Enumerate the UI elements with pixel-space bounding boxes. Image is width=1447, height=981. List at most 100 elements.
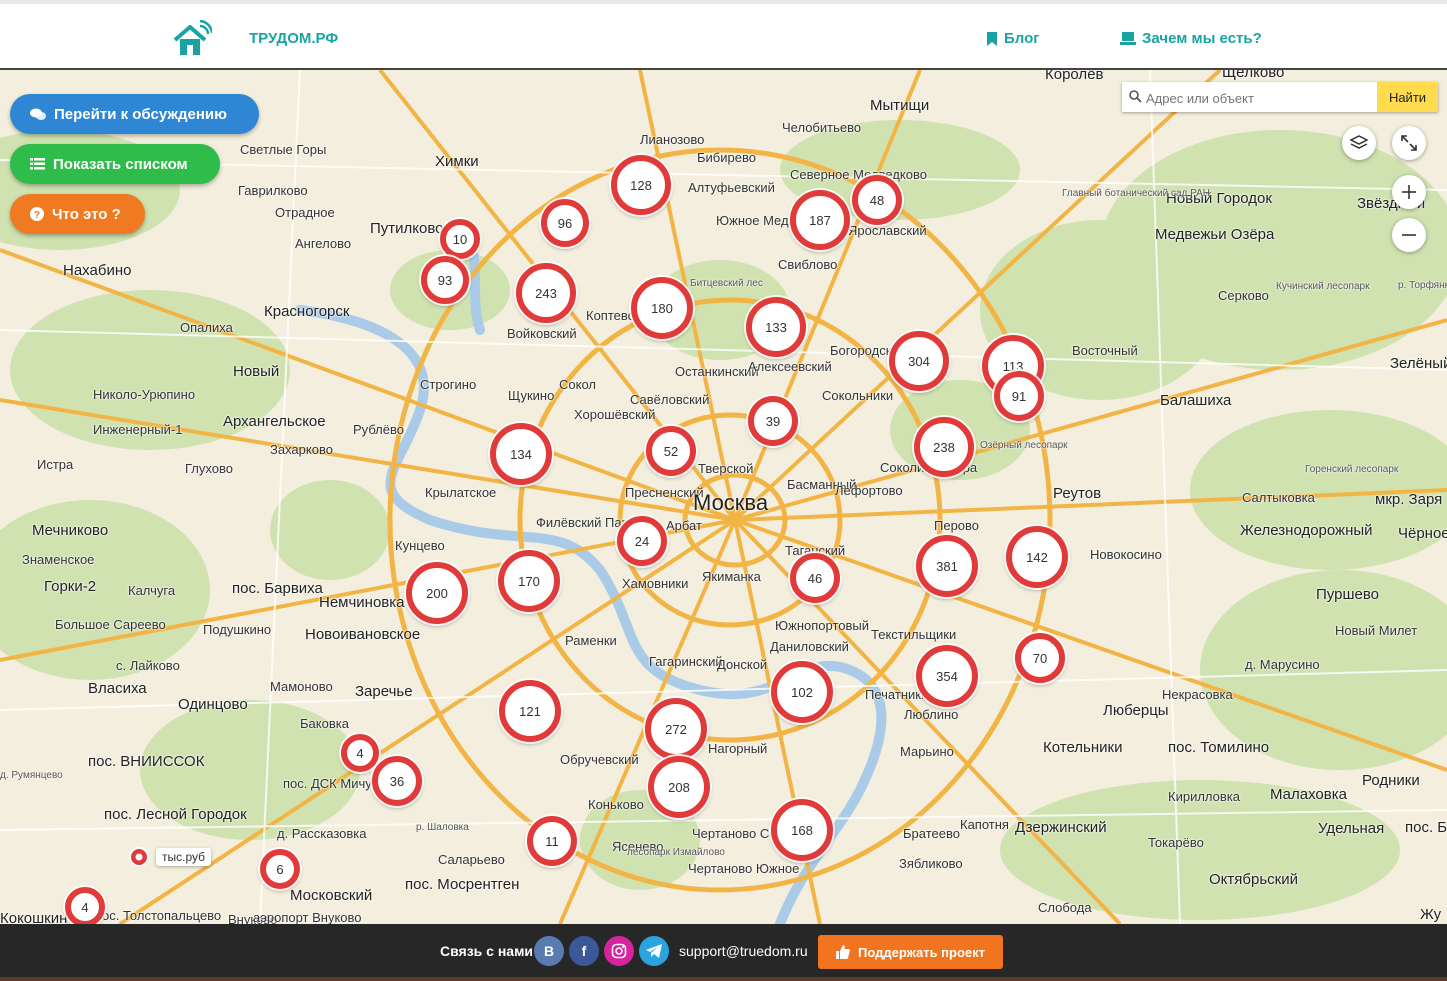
price-pin[interactable]: тыс.руб — [128, 846, 212, 868]
place-label: Даниловский — [770, 639, 849, 654]
cluster-marker[interactable]: 36 — [372, 756, 422, 806]
place-label: Щукино — [508, 388, 555, 403]
cluster-marker[interactable]: 272 — [645, 698, 707, 760]
cluster-marker[interactable]: 10 — [440, 219, 480, 259]
minus-icon — [1402, 234, 1416, 236]
place-label: Большое Сареево — [55, 617, 166, 632]
cluster-marker[interactable]: 168 — [771, 799, 833, 861]
place-label: Химки — [435, 153, 479, 170]
place-label: Лианозово — [640, 132, 705, 147]
cluster-marker[interactable]: 11 — [527, 816, 577, 866]
place-label: Текстильщики — [871, 627, 957, 642]
cluster-marker[interactable]: 46 — [790, 553, 840, 603]
cluster-marker[interactable]: 128 — [611, 155, 671, 215]
contact-label: Связь с нами — [440, 943, 534, 959]
place-label: Щёлково — [1222, 70, 1285, 81]
place-label: Савёловский — [630, 392, 710, 407]
place-label: Алтуфьевский — [688, 180, 775, 195]
facebook-icon[interactable]: f — [569, 936, 599, 966]
what-is-this-button[interactable]: ? Что это ? — [10, 194, 145, 234]
cluster-marker[interactable]: 133 — [746, 297, 806, 357]
cluster-marker[interactable]: 200 — [406, 562, 468, 624]
place-label: Гаврилково — [238, 183, 308, 198]
go-to-discussion-button[interactable]: Перейти к обсуждению — [10, 94, 259, 134]
place-label: Захарково — [270, 442, 333, 457]
cluster-marker[interactable]: 102 — [771, 661, 833, 723]
place-label: Кунцево — [395, 538, 445, 553]
zoom-in-button[interactable] — [1392, 175, 1426, 209]
cluster-marker[interactable]: 96 — [541, 199, 589, 247]
place-label: Гагаринский — [649, 654, 723, 669]
telegram-icon[interactable] — [639, 936, 669, 966]
place-label: Пресненский — [625, 485, 704, 500]
place-label: Восточный — [1072, 343, 1138, 358]
cluster-marker[interactable]: 24 — [617, 516, 667, 566]
vk-icon[interactable]: B — [534, 936, 564, 966]
cluster-marker[interactable]: 142 — [1006, 526, 1068, 588]
brand-name[interactable]: ТРУДОМ.РФ — [249, 30, 338, 47]
cluster-marker[interactable]: 304 — [889, 331, 949, 391]
cluster-marker[interactable]: 93 — [421, 256, 469, 304]
support-project-button[interactable]: Поддержать проект — [818, 935, 1003, 969]
cluster-marker[interactable]: 48 — [852, 175, 902, 225]
cluster-marker[interactable]: 170 — [498, 550, 560, 612]
place-label: Кокошкин — [0, 910, 68, 924]
place-label: лесопарк Измайлово — [627, 847, 725, 858]
place-label: Калчуга — [128, 583, 176, 598]
nav-why-label: Зачем мы есть? — [1142, 30, 1262, 47]
cluster-marker[interactable]: 39 — [748, 396, 798, 446]
city-label-moscow: Москва — [693, 490, 769, 515]
nav-blog[interactable]: Блог — [986, 30, 1040, 47]
place-label: Крылатское — [425, 485, 497, 500]
cluster-marker[interactable]: 238 — [914, 417, 974, 477]
search-icon — [1129, 90, 1142, 103]
vk-glyph: B — [543, 943, 555, 959]
place-label: Токарёво — [1148, 835, 1204, 850]
paper-plane-icon — [646, 944, 662, 958]
place-label: Медвежьи Озёра — [1155, 226, 1275, 243]
place-label: Люберцы — [1103, 702, 1169, 719]
cluster-marker[interactable]: 91 — [994, 371, 1044, 421]
place-label: Некрасовка — [1162, 687, 1233, 702]
place-label: Чёрное — [1398, 525, 1447, 542]
cluster-marker[interactable]: 381 — [916, 535, 978, 597]
cluster-marker[interactable]: 52 — [646, 426, 696, 476]
go-to-discussion-label: Перейти к обсуждению — [54, 105, 227, 123]
zoom-out-button[interactable] — [1392, 218, 1426, 252]
place-label: Немчиновка — [319, 594, 405, 611]
cluster-marker[interactable]: 70 — [1015, 633, 1065, 683]
cluster-marker[interactable]: 121 — [499, 680, 561, 742]
fullscreen-button[interactable] — [1392, 126, 1426, 160]
cluster-marker[interactable]: 208 — [648, 756, 710, 818]
support-email[interactable]: support@truedom.ru — [679, 943, 808, 959]
cluster-marker[interactable]: 243 — [516, 263, 576, 323]
place-label: Саларьево — [438, 852, 505, 867]
site-header: ТРУДОМ.РФ Блог Зачем мы есть? — [0, 4, 1447, 70]
place-label: Свиблово — [778, 257, 838, 272]
map-area[interactable]: Королёв Щёлково Мытищи Химки Путилково Нахаби… — [0, 70, 1447, 924]
address-search: Найти — [1122, 82, 1438, 114]
cluster-marker[interactable]: 4 — [65, 887, 105, 924]
question-icon: ? — [30, 207, 44, 221]
place-label: Жу — [1420, 906, 1442, 923]
search-submit-button[interactable]: Найти — [1377, 82, 1438, 112]
home-wifi-logo-icon[interactable] — [172, 19, 214, 58]
place-label: пос. Барвиха — [232, 580, 323, 597]
place-label: Октябрьский — [1209, 871, 1298, 888]
cluster-marker[interactable]: 134 — [490, 423, 552, 485]
instagram-icon[interactable] — [604, 936, 634, 966]
place-label: Власиха — [88, 680, 147, 697]
layers-button[interactable] — [1342, 126, 1376, 160]
cluster-marker[interactable]: 180 — [631, 277, 693, 339]
place-label: пос. ВНИИССОК — [88, 753, 205, 770]
show-list-button[interactable]: Показать списком — [10, 144, 220, 184]
cluster-marker[interactable]: 187 — [790, 190, 850, 250]
place-label: Алексеевский — [748, 359, 832, 374]
cluster-marker[interactable]: 6 — [260, 849, 300, 889]
place-label: аэропорт Внуково — [253, 910, 362, 924]
address-search-input[interactable] — [1144, 82, 1378, 114]
cluster-marker[interactable]: 4 — [341, 734, 379, 772]
nav-why-we-exist[interactable]: Зачем мы есть? — [1120, 30, 1262, 47]
cluster-marker[interactable]: 354 — [916, 645, 978, 707]
place-label: с. Лайково — [116, 658, 180, 673]
